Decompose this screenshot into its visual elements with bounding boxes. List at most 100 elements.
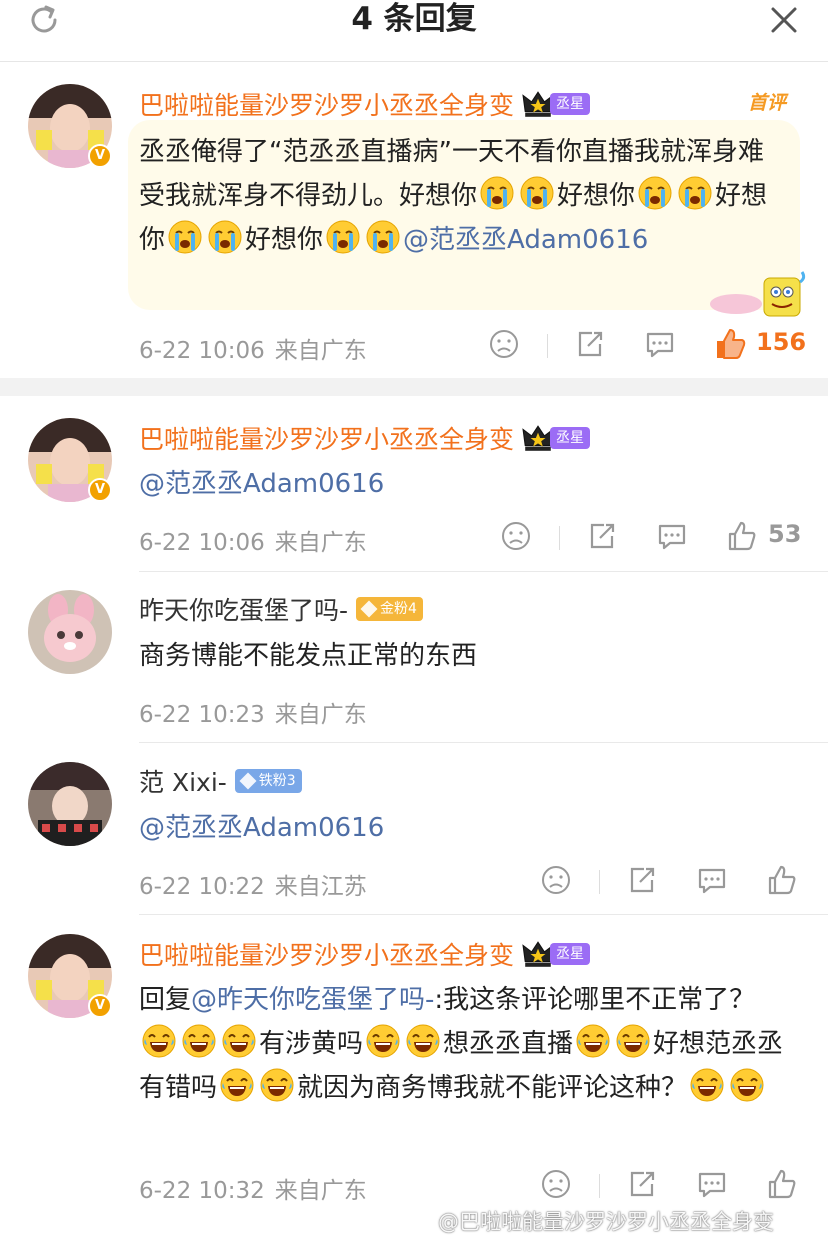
fan-level-badge: 铁粉3	[234, 769, 302, 793]
share-icon[interactable]	[572, 326, 608, 362]
laughing-emoji-icon	[575, 1023, 611, 1059]
header-bar: 4 条回复	[0, 0, 828, 62]
thumbs-up-icon[interactable]	[712, 326, 748, 362]
page-title: 4 条回复	[351, 1, 477, 37]
laughing-emoji-icon	[689, 1067, 725, 1103]
badge-label: 丞星	[550, 93, 591, 115]
comment-text: @范丞丞Adam0616	[139, 806, 789, 850]
laughing-emoji-icon	[219, 1067, 255, 1103]
laughing-emoji-icon	[405, 1023, 441, 1059]
verified-v-icon: V	[88, 478, 112, 502]
crying-emoji-icon	[365, 219, 401, 255]
mention-link[interactable]: @范丞丞Adam0616	[403, 225, 648, 255]
crying-emoji-icon	[677, 175, 713, 211]
action-bar	[0, 862, 828, 902]
close-icon[interactable]	[766, 2, 802, 38]
laughing-emoji-icon	[181, 1023, 217, 1059]
star-fan-badge: 丞星	[522, 424, 591, 452]
divider	[139, 571, 828, 572]
fan-level-badge: 金粉4	[356, 597, 423, 621]
comment-header: 昨天你吃蛋堡了吗- 金粉4	[139, 589, 423, 629]
badge-label: 丞星	[550, 427, 591, 449]
verified-v-icon: V	[88, 994, 112, 1018]
username[interactable]: 巴啦啦能量沙罗沙罗小丞丞全身变	[139, 86, 514, 122]
frown-icon[interactable]	[486, 326, 522, 362]
laughing-emoji-icon	[615, 1023, 651, 1059]
share-icon[interactable]	[624, 1166, 660, 1202]
star-fan-badge: 丞星	[522, 940, 591, 968]
divider	[139, 742, 828, 743]
comment-header: 巴啦啦能量沙罗沙罗小丞丞全身变 丞星	[139, 418, 591, 458]
username[interactable]: 范 Xixi-	[139, 763, 227, 799]
comment-icon[interactable]	[694, 862, 730, 898]
comment-header: 巴啦啦能量沙罗沙罗小丞丞全身变 丞星	[139, 84, 591, 124]
timestamp: 6-22 10:23	[139, 702, 265, 728]
crying-emoji-icon	[519, 175, 555, 211]
spongebob-sticker-icon	[710, 271, 806, 317]
badge-label: 金粉4	[380, 601, 417, 617]
text-segment: 好想你	[245, 225, 324, 255]
text-segment: 商务博能不能发点正常的东西	[139, 641, 478, 671]
section-separator	[0, 378, 828, 396]
avatar[interactable]	[28, 590, 112, 674]
divider	[599, 1174, 600, 1198]
first-comment-tag: 首评	[748, 92, 787, 114]
mention-link[interactable]: @范丞丞Adam0616	[139, 469, 384, 499]
star-fan-badge: 丞星	[522, 90, 591, 118]
action-bar: 156	[0, 326, 828, 366]
divider	[559, 526, 560, 550]
like-count: 156	[756, 328, 807, 356]
divider	[599, 870, 600, 894]
thumbs-up-icon[interactable]	[764, 1166, 800, 1202]
crying-emoji-icon	[325, 219, 361, 255]
mention-link[interactable]: @昨天你吃蛋堡了吗-	[191, 985, 434, 1015]
text-segment: 想丞丞直播	[443, 1029, 574, 1059]
avatar[interactable]	[28, 762, 112, 846]
text-segment: 就因为商务博我就不能评论这种？	[297, 1073, 688, 1103]
crying-emoji-icon	[479, 175, 515, 211]
comment-icon[interactable]	[654, 518, 690, 554]
comment-text: 丞丞俺得了“范丞丞直播病”一天不看你直播我就浑身难受我就浑身不得劲儿。好想你 好想…	[139, 130, 789, 262]
comment-icon[interactable]	[642, 326, 678, 362]
comment-meta: 6-22 10:23 来自广东	[139, 695, 377, 729]
reply-prefix: 回复	[139, 985, 192, 1015]
crying-emoji-icon	[207, 219, 243, 255]
share-icon[interactable]	[624, 862, 660, 898]
frown-icon[interactable]	[538, 1166, 574, 1202]
comment-text: 商务博能不能发点正常的东西	[139, 634, 789, 678]
comment-header: 巴啦啦能量沙罗沙罗小丞丞全身变 丞星	[139, 934, 591, 974]
thumbs-up-icon[interactable]	[724, 518, 760, 554]
laughing-emoji-icon	[729, 1067, 765, 1103]
location: 来自广东	[274, 702, 367, 728]
laughing-emoji-icon	[141, 1023, 177, 1059]
username[interactable]: 昨天你吃蛋堡了吗-	[139, 591, 348, 627]
comment-icon[interactable]	[694, 1166, 730, 1202]
frown-icon[interactable]	[498, 518, 534, 554]
username[interactable]: 巴啦啦能量沙罗沙罗小丞丞全身变	[139, 936, 514, 972]
verified-v-icon: V	[88, 144, 112, 168]
laughing-emoji-icon	[221, 1023, 257, 1059]
like-count: 53	[768, 520, 802, 548]
share-icon[interactable]	[584, 518, 620, 554]
gem-icon	[239, 772, 257, 790]
comment-text: 回复@昨天你吃蛋堡了吗-:我这条评论哪里不正常了？有涉黄吗 想丞丞直播 好想范丞丞有…	[139, 978, 789, 1110]
action-bar: 53	[0, 518, 828, 558]
watermark: @巴啦啦能量沙罗沙罗小丞丞全身变	[438, 1210, 774, 1234]
crying-emoji-icon	[637, 175, 673, 211]
divider	[139, 914, 828, 915]
divider	[547, 334, 548, 358]
badge-label: 铁粉3	[258, 773, 296, 789]
text-segment: 好想你	[557, 181, 636, 211]
comment-header: 范 Xixi- 铁粉3	[139, 761, 302, 801]
badge-label: 丞星	[550, 943, 591, 965]
mention-link[interactable]: @范丞丞Adam0616	[139, 813, 384, 843]
thumbs-up-icon[interactable]	[764, 862, 800, 898]
laughing-emoji-icon	[365, 1023, 401, 1059]
comment-text: @范丞丞Adam0616	[139, 462, 789, 506]
username[interactable]: 巴啦啦能量沙罗沙罗小丞丞全身变	[139, 420, 514, 456]
action-bar	[0, 1166, 828, 1206]
gem-icon	[360, 600, 378, 618]
text-segment: :我这条评论哪里不正常了？	[434, 985, 756, 1015]
laughing-emoji-icon	[259, 1067, 295, 1103]
frown-icon[interactable]	[538, 862, 574, 898]
